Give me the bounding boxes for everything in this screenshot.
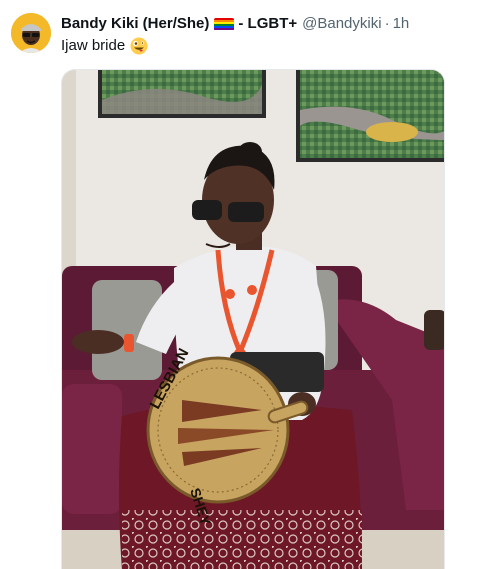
display-name[interactable]: Bandy Kiki (Her/She) [61, 14, 209, 34]
photo-scene: LESBIAN SHEY [62, 70, 444, 569]
zany-face-emoji [130, 37, 148, 55]
tweet-header: Bandy Kiki (Her/She) - LGBT+ @Bandykiki … [61, 14, 409, 34]
separator-dot: · [384, 15, 390, 32]
tweet-text: Ijaw bride [61, 36, 148, 56]
tweet-photo[interactable]: LESBIAN SHEY [61, 69, 445, 569]
user-handle[interactable]: @Bandykiki [302, 14, 381, 34]
avatar[interactable] [11, 13, 51, 53]
avatar-illustration [11, 13, 51, 53]
name-suffix: - LGBT+ [238, 15, 298, 32]
rainbow-flag-icon [214, 17, 235, 31]
tweet[interactable]: Bandy Kiki (Her/She) - LGBT+ @Bandykiki … [0, 0, 478, 569]
timestamp[interactable]: 1h [393, 14, 410, 34]
mosaic-painting-right [296, 70, 444, 162]
mosaic-painting-left [98, 70, 266, 118]
tweet-text-body: Ijaw bride [61, 37, 126, 54]
